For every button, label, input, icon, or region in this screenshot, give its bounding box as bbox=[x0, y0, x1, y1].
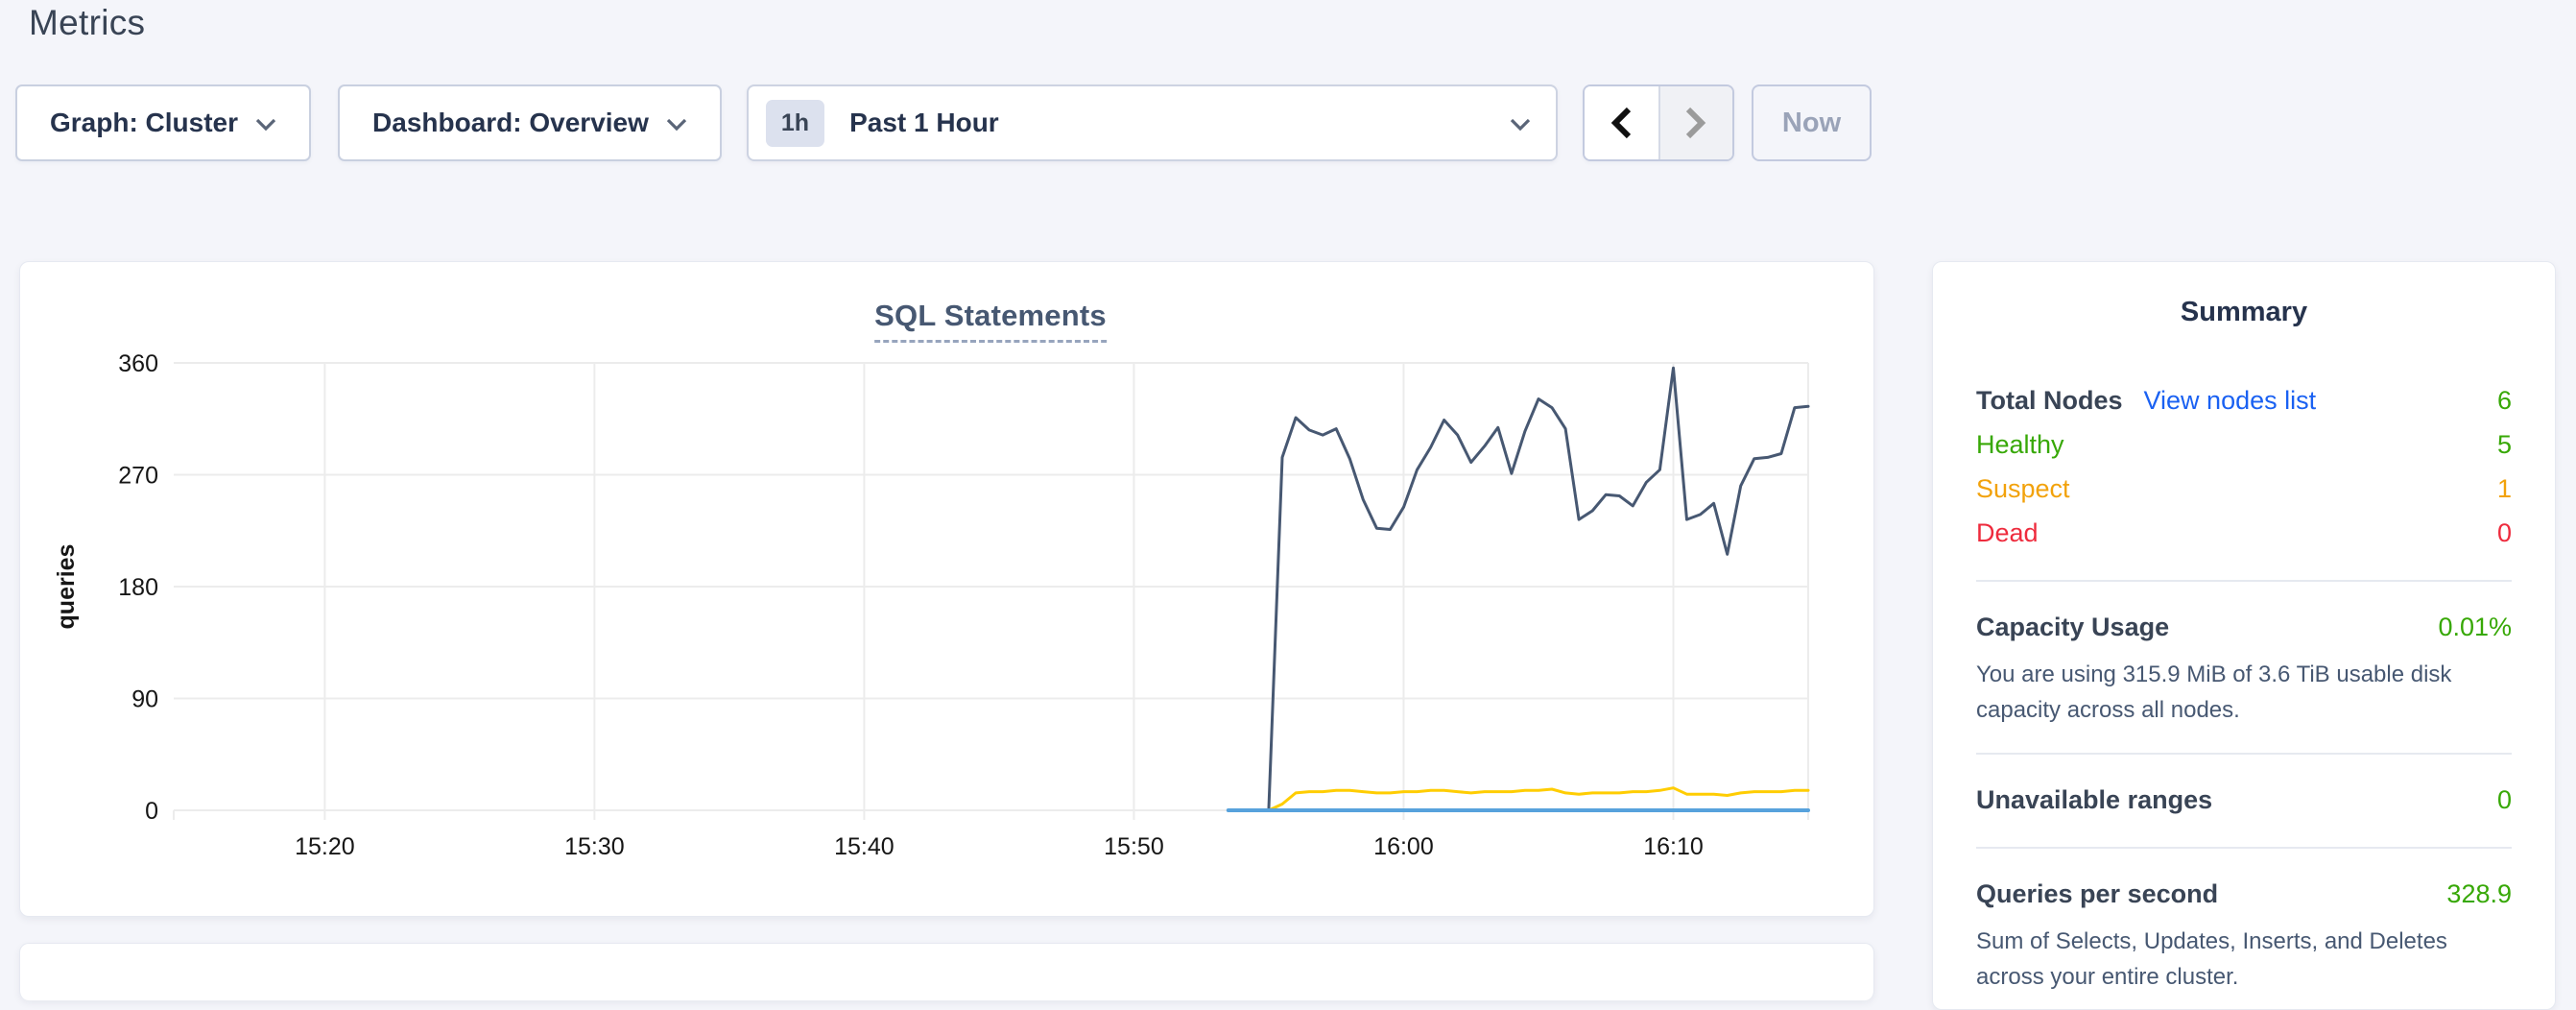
summary-panel: Summary Total Nodes View nodes list 6 He… bbox=[1932, 261, 2556, 1010]
chevron-down-icon bbox=[1510, 118, 1531, 132]
summary-row-unavailable-ranges: Unavailable ranges 0 bbox=[1976, 778, 2512, 822]
previous-time-window-button[interactable] bbox=[1585, 86, 1658, 159]
total-nodes-value: 6 bbox=[2497, 378, 2512, 422]
svg-text:270: 270 bbox=[118, 463, 158, 490]
view-nodes-list-link[interactable]: View nodes list bbox=[2144, 378, 2317, 422]
capacity-usage-description: You are using 315.9 MiB of 3.6 TiB usabl… bbox=[1976, 657, 2512, 728]
capacity-usage-value: 0.01% bbox=[2438, 605, 2512, 649]
now-button[interactable]: Now bbox=[1752, 84, 1872, 161]
summary-row-qps: Queries per second 328.9 bbox=[1976, 872, 2512, 916]
chart-title[interactable]: SQL Statements bbox=[874, 299, 1107, 343]
time-range-picker[interactable]: 1h Past 1 Hour bbox=[747, 84, 1558, 161]
chevron-down-icon bbox=[666, 118, 687, 132]
svg-text:15:50: 15:50 bbox=[1104, 833, 1164, 860]
divider bbox=[1976, 753, 2512, 755]
sql-statements-chart-card: 0 90 180 270 360 15:20 15:30 15:40 15:50 16:00 16:… bbox=[19, 261, 1874, 917]
svg-text:15:20: 15:20 bbox=[295, 833, 355, 860]
page-title: Metrics bbox=[29, 0, 145, 46]
healthy-value: 5 bbox=[2497, 422, 2512, 467]
unavailable-ranges-value: 0 bbox=[2497, 778, 2512, 822]
graph-source-dropdown-label: Graph: Cluster bbox=[50, 108, 238, 138]
summary-row-capacity: Capacity Usage 0.01% bbox=[1976, 605, 2512, 649]
svg-text:16:10: 16:10 bbox=[1643, 833, 1704, 860]
chevron-left-icon bbox=[1610, 107, 1633, 139]
svg-text:360: 360 bbox=[118, 350, 158, 377]
now-button-label: Now bbox=[1782, 108, 1841, 139]
svg-text:15:40: 15:40 bbox=[834, 833, 894, 860]
summary-row-suspect: Suspect 1 bbox=[1976, 467, 2512, 511]
summary-row-healthy: Healthy 5 bbox=[1976, 422, 2512, 467]
svg-text:180: 180 bbox=[118, 574, 158, 601]
svg-text:90: 90 bbox=[131, 686, 158, 713]
dashboard-dropdown-label: Dashboard: Overview bbox=[372, 108, 649, 138]
dead-value: 0 bbox=[2497, 511, 2512, 555]
svg-text:16:00: 16:00 bbox=[1373, 833, 1434, 860]
graph-source-dropdown[interactable]: Graph: Cluster bbox=[15, 84, 311, 161]
metrics-toolbar: Graph: Cluster Dashboard: Overview 1h Pa… bbox=[15, 84, 1872, 161]
svg-text:0: 0 bbox=[145, 798, 158, 825]
yellow-line bbox=[1269, 788, 1808, 810]
queries-per-second-label: Queries per second bbox=[1976, 872, 2218, 916]
dashboard-dropdown[interactable]: Dashboard: Overview bbox=[338, 84, 722, 161]
time-window-stepper bbox=[1583, 84, 1734, 161]
queries-per-second-value: 328.9 bbox=[2446, 872, 2512, 916]
capacity-usage-label: Capacity Usage bbox=[1976, 605, 2169, 649]
suspect-value: 1 bbox=[2497, 467, 2512, 511]
summary-row-dead: Dead 0 bbox=[1976, 511, 2512, 555]
queries-per-second-description: Sum of Selects, Updates, Inserts, and De… bbox=[1976, 924, 2512, 995]
sql-statements-chart-plot[interactable]: 0 90 180 270 360 15:20 15:30 15:40 15:50 16:00 16:… bbox=[20, 262, 1875, 918]
summary-title: Summary bbox=[1976, 297, 2512, 328]
dead-label: Dead bbox=[1976, 511, 2039, 555]
next-time-window-button[interactable] bbox=[1658, 86, 1732, 159]
navy-line bbox=[1269, 368, 1808, 807]
suspect-label: Suspect bbox=[1976, 467, 2070, 511]
chevron-down-icon bbox=[255, 118, 276, 132]
svg-text:15:30: 15:30 bbox=[564, 833, 625, 860]
total-nodes-label: Total Nodes bbox=[1976, 378, 2123, 422]
unavailable-ranges-label: Unavailable ranges bbox=[1976, 778, 2212, 822]
healthy-label: Healthy bbox=[1976, 422, 2064, 467]
svg-text:queries: queries bbox=[53, 544, 80, 630]
divider bbox=[1976, 580, 2512, 582]
summary-row-total-nodes: Total Nodes View nodes list 6 bbox=[1976, 378, 2512, 422]
chevron-right-icon bbox=[1684, 107, 1707, 139]
time-range-label: Past 1 Hour bbox=[849, 108, 1510, 138]
next-chart-card-partial bbox=[19, 943, 1874, 1000]
divider bbox=[1976, 847, 2512, 849]
time-range-badge: 1h bbox=[766, 100, 824, 147]
